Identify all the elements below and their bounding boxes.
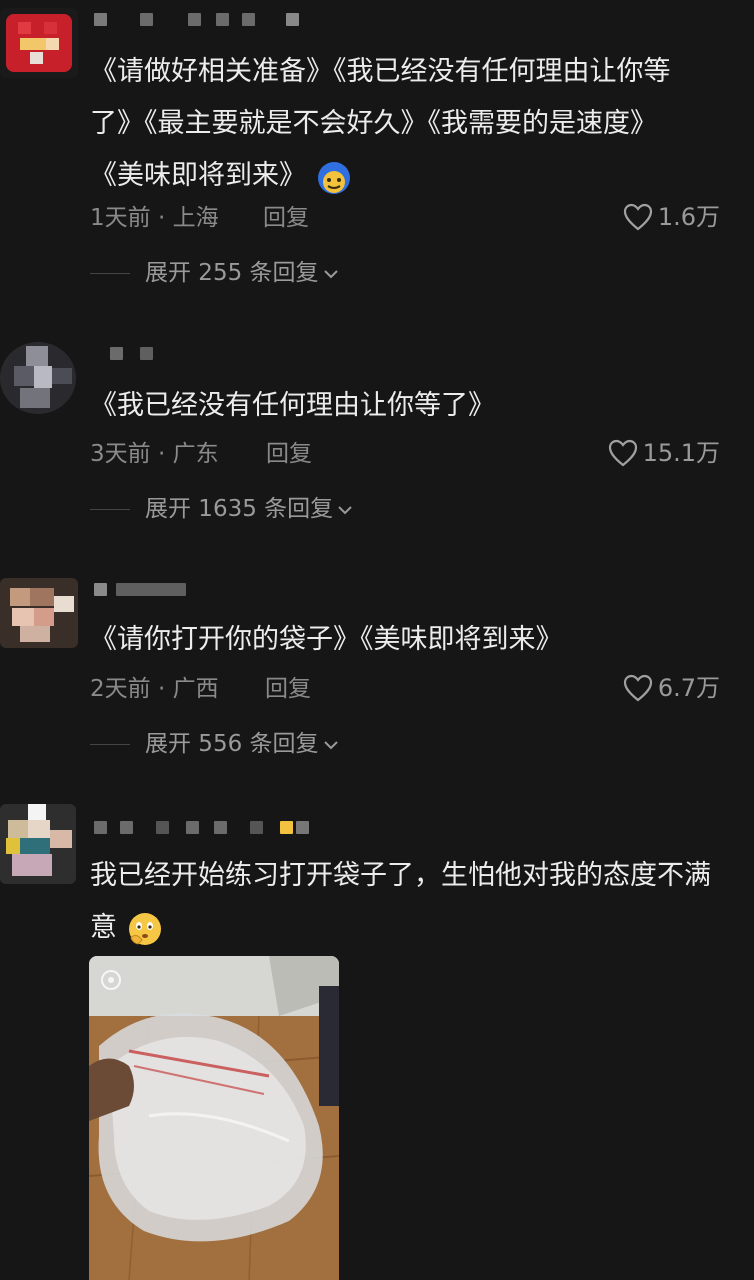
like-button[interactable]: 15.1万 [607, 437, 720, 469]
comment-line: 《我已经没有任何理由让你等了》 [90, 390, 495, 421]
expand-replies-button[interactable]: 展开 1635 条回复 [90, 494, 490, 524]
comment-meta: 1天前 · 上海 回复 1.6万 [90, 203, 720, 233]
comment-meta: 2天前 · 广西 回复 6.7万 [90, 674, 720, 704]
comment-text: 《请做好相关准备》《我已经没有任何理由让你等 了》《最主要就是不会好久》《我需要… [90, 46, 750, 202]
reply-button[interactable]: 回复 [263, 203, 309, 233]
like-count: 1.6万 [657, 203, 720, 231]
timestamp-location: 2天前 · 广西 [90, 676, 219, 702]
expand-replies-label: 展开 556 条回复 [145, 731, 319, 757]
heart-icon [608, 439, 637, 467]
like-button[interactable]: 6.7万 [622, 672, 720, 704]
expand-replies-label: 展开 1635 条回复 [145, 496, 334, 522]
chevron-down-icon [338, 505, 352, 514]
timestamp-location: 3天前 · 广东 [90, 441, 219, 467]
chevron-down-icon [323, 740, 338, 749]
avatar[interactable] [0, 8, 78, 78]
heart-icon [623, 674, 652, 702]
comment-line: 了》《最主要就是不会好久》《我需要的是速度》 [90, 108, 657, 139]
avatar[interactable] [0, 804, 76, 884]
avatar[interactable] [0, 578, 78, 648]
timestamp-location: 1天前 · 上海 [90, 205, 219, 231]
plastic-bag-image [89, 956, 339, 1280]
avatar[interactable] [0, 342, 76, 414]
comment-line: 《请你打开你的袋子》《美味即将到来》 [90, 624, 563, 655]
comment-line: 意 [90, 912, 117, 943]
like-count: 15.1万 [642, 439, 720, 467]
comment-meta: 3天前 · 广东 回复 15.1万 [90, 439, 720, 469]
thinking-face-emoji [126, 910, 164, 948]
comment-text: 我已经开始练习打开袋子了，生怕他对我的态度不满 意 [90, 850, 750, 954]
comment-line: 我已经开始练习打开袋子了，生怕他对我的态度不满 [90, 860, 711, 891]
chevron-down-icon [323, 269, 338, 278]
comment-text: 《我已经没有任何理由让你等了》 [90, 380, 750, 432]
divider [90, 273, 130, 274]
reply-button[interactable]: 回复 [266, 439, 312, 469]
comment-text: 《请你打开你的袋子》《美味即将到来》 [90, 614, 750, 666]
divider [90, 509, 130, 510]
heart-icon [623, 203, 652, 231]
comment-list: 《请做好相关准备》《我已经没有任何理由让你等 了》《最主要就是不会好久》《我需要… [0, 0, 754, 1280]
reply-button[interactable]: 回复 [265, 674, 311, 704]
expand-replies-button[interactable]: 展开 255 条回复 [90, 258, 490, 288]
comment-photo[interactable] [89, 956, 339, 1280]
comment-line: 《美味即将到来》 [90, 160, 306, 191]
like-count: 6.7万 [657, 674, 720, 702]
divider [90, 744, 130, 745]
expand-replies-label: 展开 255 条回复 [145, 260, 319, 286]
smiling-face-emoji [315, 158, 353, 196]
username[interactable] [90, 344, 210, 364]
username[interactable] [90, 10, 350, 30]
like-button[interactable]: 1.6万 [622, 201, 720, 233]
username[interactable] [90, 818, 330, 838]
comment-line: 《请做好相关准备》《我已经没有任何理由让你等 [90, 56, 671, 87]
username[interactable] [90, 580, 210, 600]
expand-replies-button[interactable]: 展开 556 条回复 [90, 729, 490, 759]
